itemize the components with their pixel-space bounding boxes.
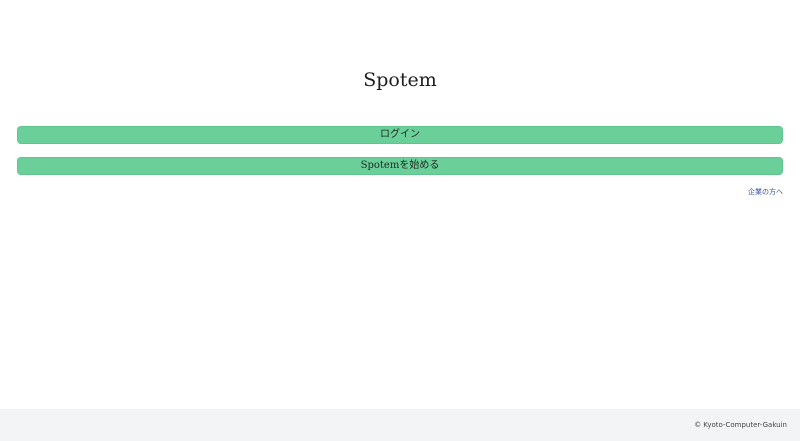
for-businesses-link[interactable]: 企業の方へ	[748, 187, 783, 197]
start-spotem-button-label: Spotemを始める	[360, 160, 440, 171]
start-spotem-button[interactable]: Spotemを始める	[17, 157, 783, 175]
copyright: © Kyoto-Computer-Gakuin	[694, 420, 787, 430]
copyright-text: Kyoto-Computer-Gakuin	[703, 421, 787, 429]
login-button[interactable]: ログイン	[17, 126, 783, 144]
login-button-label: ログイン	[380, 129, 420, 140]
page-title: Spotem	[363, 69, 437, 91]
footer: © Kyoto-Computer-Gakuin	[0, 409, 800, 441]
copyright-icon: ©	[694, 421, 702, 429]
